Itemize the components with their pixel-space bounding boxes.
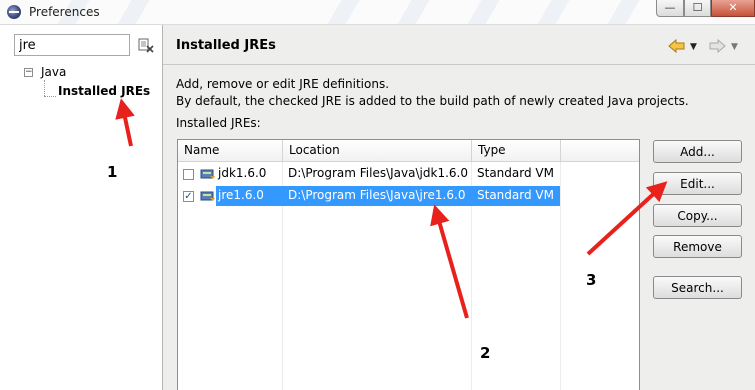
description-line-1: Add, remove or edit JRE definitions. — [176, 77, 390, 91]
eclipse-icon — [7, 5, 21, 19]
forward-arrow-icon[interactable] — [708, 39, 726, 53]
maximize-button[interactable]: ☐ — [684, 0, 711, 17]
table-row-selected[interactable]: ✓ jre1.6.0 D:\Program Files\Java\jre1.6.… — [178, 184, 639, 206]
column-header-name[interactable]: Name — [178, 140, 283, 162]
tree-collapse-toggle[interactable]: − — [24, 68, 33, 77]
preferences-tree-pane — [0, 25, 163, 390]
annotation-number-2: 2 — [480, 344, 491, 362]
column-header-type[interactable]: Type — [472, 140, 561, 162]
row-name: jdk1.6.0 — [218, 166, 267, 180]
row-checkbox[interactable] — [183, 169, 194, 180]
row-name: jre1.6.0 — [218, 188, 264, 202]
jre-icon — [200, 169, 215, 179]
tree-connector — [44, 96, 56, 97]
forward-history-menu-icon[interactable]: ▼ — [731, 42, 738, 52]
window-title: Preferences — [29, 5, 100, 19]
page-title: Installed JREs — [176, 38, 276, 53]
back-arrow-icon[interactable] — [668, 39, 686, 53]
copy-button[interactable]: Copy... — [653, 204, 742, 227]
annotation-number-3: 3 — [586, 271, 597, 289]
remove-button[interactable]: Remove — [653, 235, 742, 258]
installed-jres-table[interactable]: Name Location Type jdk1.6.0 D:\Program F… — [177, 139, 640, 390]
description-line-2: By default, the checked JRE is added to … — [176, 94, 689, 108]
close-button[interactable]: ✕ — [711, 0, 755, 17]
add-button[interactable]: Add... — [653, 140, 742, 163]
clear-filter-icon[interactable] — [138, 37, 154, 53]
edit-button[interactable]: Edit... — [653, 172, 742, 195]
column-header-filler — [561, 140, 639, 162]
tree-item-java[interactable]: Java — [41, 65, 66, 79]
jre-icon — [200, 191, 215, 201]
header-separator — [163, 64, 755, 65]
tree-item-installed-jres[interactable]: Installed JREs — [58, 84, 150, 98]
filter-input[interactable] — [14, 34, 130, 56]
row-location: D:\Program Files\Java\jre1.6.0 — [288, 188, 466, 202]
table-row[interactable]: jdk1.6.0 D:\Program Files\Java\jdk1.6.0 … — [178, 162, 639, 184]
row-location: D:\Program Files\Java\jdk1.6.0 — [288, 166, 468, 180]
search-button[interactable]: Search... — [653, 276, 742, 299]
row-type: Standard VM — [477, 188, 554, 202]
title-bar: Preferences — ☐ ✕ — [0, 0, 755, 25]
back-history-menu-icon[interactable]: ▼ — [690, 42, 697, 52]
minimize-button[interactable]: — — [656, 0, 684, 17]
row-type: Standard VM — [477, 166, 554, 180]
row-checkbox[interactable]: ✓ — [183, 191, 194, 202]
tree-connector — [44, 80, 45, 96]
column-header-location[interactable]: Location — [283, 140, 472, 162]
annotation-number-1: 1 — [107, 163, 118, 181]
table-label: Installed JREs: — [176, 116, 261, 130]
